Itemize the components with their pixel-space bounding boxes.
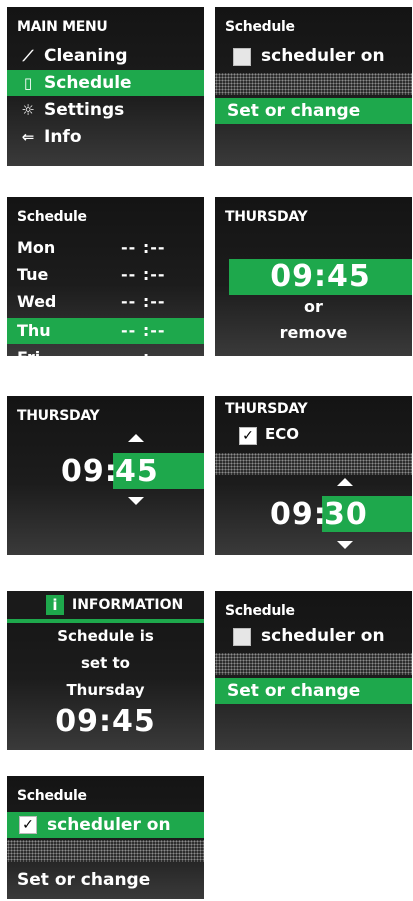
schedule-screen: Schedule scheduler on Set or change <box>215 7 412 166</box>
schedule-title: Schedule <box>17 788 87 804</box>
menu-item-label: Cleaning <box>44 46 128 66</box>
information-title: INFORMATION <box>72 597 184 613</box>
hours-value: 09: <box>270 497 327 532</box>
menu-item-label: Settings <box>44 100 125 120</box>
menu-item-settings[interactable]: ☼ Settings <box>7 97 204 123</box>
broom-icon: ⟋ <box>22 47 34 65</box>
check-icon: ✓ <box>19 816 37 834</box>
schedule-title: Schedule <box>17 209 87 225</box>
menu-item-schedule[interactable]: ▯ Schedule <box>7 70 204 96</box>
main-menu-title: MAIN MENU <box>17 19 108 35</box>
scheduler-label: scheduler on <box>261 46 385 66</box>
schedule-screen-2: Schedule scheduler on Set or change <box>215 591 412 750</box>
day-title: THURSDAY <box>225 401 308 417</box>
set-or-change-button[interactable]: Set or change <box>215 98 412 124</box>
menu-item-label: Info <box>44 127 82 147</box>
info-line-1: Schedule is <box>57 627 154 645</box>
thursday-time-screen: THURSDAY 09:45 or remove <box>215 197 412 356</box>
day-title: THURSDAY <box>225 209 308 225</box>
arrow-up-icon[interactable] <box>128 434 144 442</box>
info-time: 09:45 <box>55 704 156 739</box>
time-button[interactable]: 09:45 <box>229 259 412 295</box>
remove-button[interactable]: remove <box>215 323 412 342</box>
main-menu-screen: MAIN MENU ⟋ Cleaning ▯ Schedule ☼ Settin… <box>7 7 204 166</box>
arrow-down-icon[interactable] <box>337 541 353 549</box>
divider <box>215 73 412 95</box>
day-row-thu[interactable]: Thu -- :-- <box>7 318 204 344</box>
minutes-value: 30 <box>324 497 368 532</box>
info-line-2: set to <box>81 654 130 672</box>
day-row-tue[interactable]: Tue -- :-- <box>7 262 204 288</box>
menu-item-cleaning[interactable]: ⟋ Cleaning <box>7 43 204 69</box>
day-row-wed[interactable]: Wed -- :-- <box>7 289 204 315</box>
menu-item-label: Schedule <box>44 73 132 93</box>
set-or-change-button[interactable]: Set or change <box>215 678 412 704</box>
schedule-title: Schedule <box>225 603 295 619</box>
thursday-eco-screen: THURSDAY ✓ ECO 09: 30 <box>215 396 412 555</box>
info-line-3: Thursday <box>66 681 145 699</box>
calendar-icon: ▯ <box>23 74 33 92</box>
menu-item-info[interactable]: ⇐ Info <box>7 124 204 150</box>
info-icon: ⇐ <box>21 128 35 146</box>
day-row-mon[interactable]: Mon -- :-- <box>7 235 204 261</box>
divider <box>215 653 412 675</box>
divider <box>7 840 204 862</box>
arrow-down-icon[interactable] <box>128 497 144 505</box>
thursday-edit-screen: THURSDAY 09: 45 <box>7 396 204 555</box>
day-row-fri[interactable]: Fri -- :-- <box>7 345 204 356</box>
arrow-up-icon[interactable] <box>337 478 353 486</box>
schedule-on-screen: Schedule ✓ scheduler on Set or change <box>7 776 204 899</box>
day-title: THURSDAY <box>17 408 100 424</box>
schedule-title: Schedule <box>225 19 295 35</box>
scheduler-on-row[interactable]: ✓ scheduler on <box>7 812 204 838</box>
information-screen: i INFORMATION Schedule is set to Thursda… <box>7 591 204 750</box>
hours-value: 09: <box>61 454 118 489</box>
minutes-value: 45 <box>115 454 159 489</box>
eco-label: ECO <box>265 425 300 443</box>
info-icon: i <box>46 595 64 615</box>
scheduler-label: scheduler on <box>261 626 385 646</box>
set-or-change-button[interactable]: Set or change <box>7 867 204 893</box>
schedule-days-screen: Schedule Mon -- :-- Tue -- :-- Wed -- :-… <box>7 197 204 356</box>
divider <box>215 453 412 475</box>
or-label: or <box>304 297 323 316</box>
gear-icon: ☼ <box>21 101 35 119</box>
